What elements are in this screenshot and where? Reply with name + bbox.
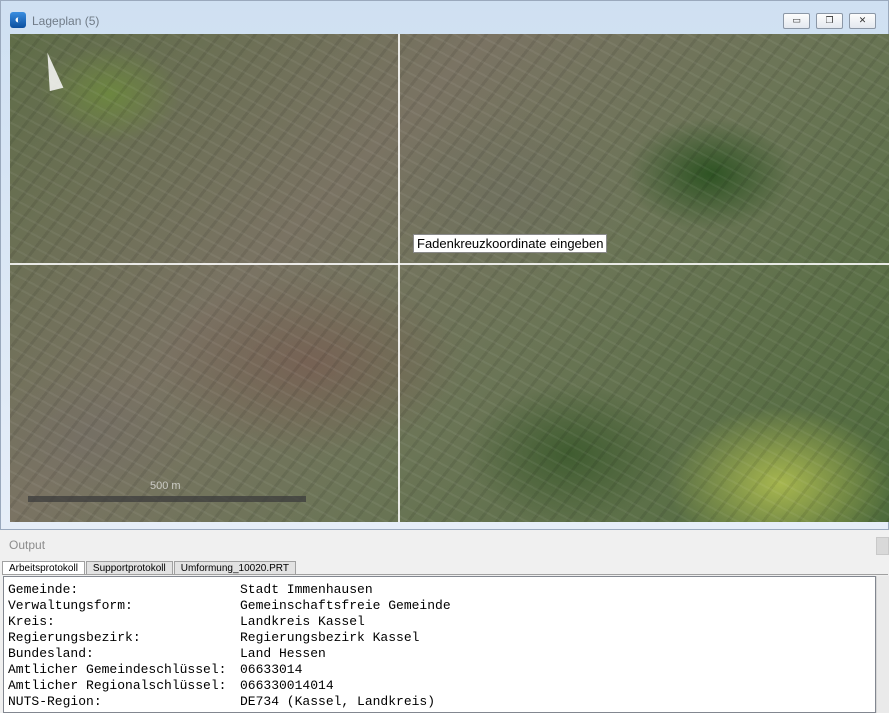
row-key: Gemeinde:: [8, 582, 79, 597]
row-key: Kreis:: [8, 614, 55, 629]
output-tabs: Arbeitsprotokoll Supportprotokoll Umform…: [2, 561, 297, 575]
minimize-button[interactable]: ▭: [783, 13, 810, 29]
row-key: NUTS-Region:: [8, 694, 102, 709]
tab-umformung-prt[interactable]: Umformung_10020.PRT: [173, 561, 296, 575]
row-key: Amtlicher Gemeindeschlüssel:: [8, 662, 227, 677]
output-row: Verwaltungsform: Gemeinschaftsfreie Gemei…: [8, 598, 875, 614]
output-text-area[interactable]: Gemeinde: Stadt Immenhausen Verwaltungsfo…: [3, 576, 876, 713]
output-row: Bundesland: Land Hessen: [8, 646, 875, 662]
output-row: Amtlicher Gemeindeschlüssel: 06633014: [8, 662, 875, 678]
output-panel: Output Arbeitsprotokoll Supportprotokoll…: [0, 530, 889, 713]
close-button[interactable]: ✕: [849, 13, 876, 29]
window-titlebar[interactable]: ◐ Lageplan (5) ▭ ❐ ✕: [1, 1, 888, 34]
map-imagery: [10, 34, 889, 522]
output-row: Regierungsbezirk: Regierungsbezirk Kassel: [8, 630, 875, 646]
output-row: Amtlicher Regionalschlüssel: 066330014014: [8, 678, 875, 694]
row-key: Regierungsbezirk:: [8, 630, 141, 645]
tab-arbeitsprotokoll[interactable]: Arbeitsprotokoll: [2, 561, 85, 575]
output-panel-title: Output: [9, 538, 46, 552]
output-vertical-scrollbar[interactable]: [876, 576, 889, 713]
crosshair-vertical-line: [398, 34, 400, 522]
crosshair-tooltip[interactable]: Fadenkreuzkoordinate eingeben: [413, 234, 608, 253]
scale-bar-label: 500 m: [150, 480, 181, 492]
output-row: Gemeinde: Stadt Immenhausen: [8, 582, 875, 598]
crosshair-horizontal-line: [10, 263, 889, 265]
aerial-map-view[interactable]: Fadenkreuzkoordinate eingeben 500 m: [10, 34, 889, 522]
row-value: Gemeinschaftsfreie Gemeinde: [240, 598, 451, 613]
row-value: DE734 (Kassel, Landkreis): [240, 694, 436, 709]
output-row: NUTS-Region: DE734 (Kassel, Landkreis): [8, 694, 875, 710]
row-value: Landkreis Kassel: [240, 614, 365, 629]
row-value: 06633014: [240, 662, 303, 677]
row-value: Regierungsbezirk Kassel: [240, 630, 420, 645]
map-window: ◐ Lageplan (5) ▭ ❐ ✕ Fadenkreuzkoordinat…: [0, 0, 889, 530]
maximize-button[interactable]: ❐: [816, 13, 843, 29]
row-key: Bundesland:: [8, 646, 94, 661]
row-value: Stadt Immenhausen: [240, 582, 373, 597]
compass-app-icon: ◐: [10, 12, 26, 28]
tab-strip-divider: [2, 574, 888, 575]
tab-supportprotokoll[interactable]: Supportprotokoll: [85, 561, 173, 575]
output-panel-close-button[interactable]: [876, 537, 889, 555]
row-key: Verwaltungsform:: [8, 598, 133, 613]
row-value: 066330014014: [240, 678, 334, 693]
window-title: Lageplan (5): [32, 14, 100, 28]
scale-bar: [28, 496, 306, 502]
output-row: Kreis: Landkreis Kassel: [8, 614, 875, 630]
row-key: Amtlicher Regionalschlüssel:: [8, 678, 227, 693]
row-value: Land Hessen: [240, 646, 326, 661]
